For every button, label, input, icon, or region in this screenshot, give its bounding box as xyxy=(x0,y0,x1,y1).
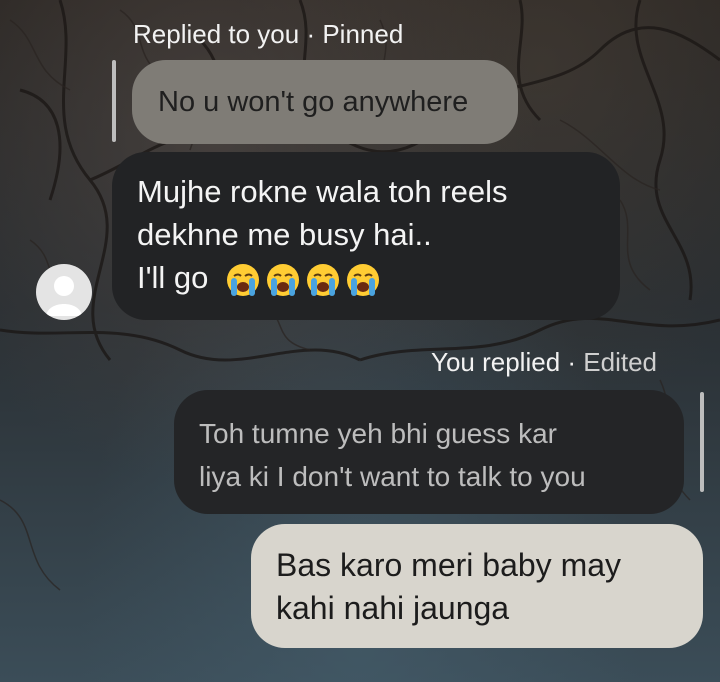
incoming-message-bubble[interactable]: Mujhe rokne wala toh reels dekhne me bus… xyxy=(112,152,620,320)
quoted-line: liya ki I don't want to talk to you xyxy=(199,461,586,492)
message-line: Mujhe rokne wala toh reels xyxy=(137,174,508,209)
loudly-crying-face-icon xyxy=(227,263,260,296)
message-line: Bas karo meri baby may xyxy=(276,547,622,583)
quoted-message-text: No u won't go anywhere xyxy=(158,85,469,118)
avatar[interactable] xyxy=(36,264,92,320)
reply-indicator-bar xyxy=(112,60,116,142)
message-text: I'll go xyxy=(137,260,209,295)
message-line: kahi nahi jaunga xyxy=(276,590,510,626)
message-line: dekhne me busy hai.. xyxy=(137,217,432,252)
edited-label: Edited xyxy=(583,347,657,377)
chat-thread: Replied to you · Pinned No u won't go an… xyxy=(0,0,720,682)
quoted-message-bubble[interactable]: No u won't go anywhere xyxy=(132,60,518,144)
loudly-crying-face-icon xyxy=(267,263,300,296)
emoji-group xyxy=(225,262,381,298)
reply-header-label: You replied · xyxy=(431,347,584,377)
loudly-crying-face-icon xyxy=(307,263,340,296)
reply-indicator-bar xyxy=(700,392,704,492)
default-profile-icon xyxy=(46,276,82,316)
quoted-message-bubble[interactable]: Toh tumne yeh bhi guess kar liya ki I do… xyxy=(174,390,684,514)
loudly-crying-face-icon xyxy=(347,263,380,296)
quoted-line: Toh tumne yeh bhi guess kar xyxy=(199,418,557,449)
outgoing-message-bubble[interactable]: Bas karo meri baby may kahi nahi jaunga xyxy=(251,524,703,648)
reply-header-outgoing: You replied · Edited xyxy=(431,347,657,378)
reply-header-incoming: Replied to you · Pinned xyxy=(133,19,404,49)
message-line-with-emoji: I'll go xyxy=(137,256,620,299)
